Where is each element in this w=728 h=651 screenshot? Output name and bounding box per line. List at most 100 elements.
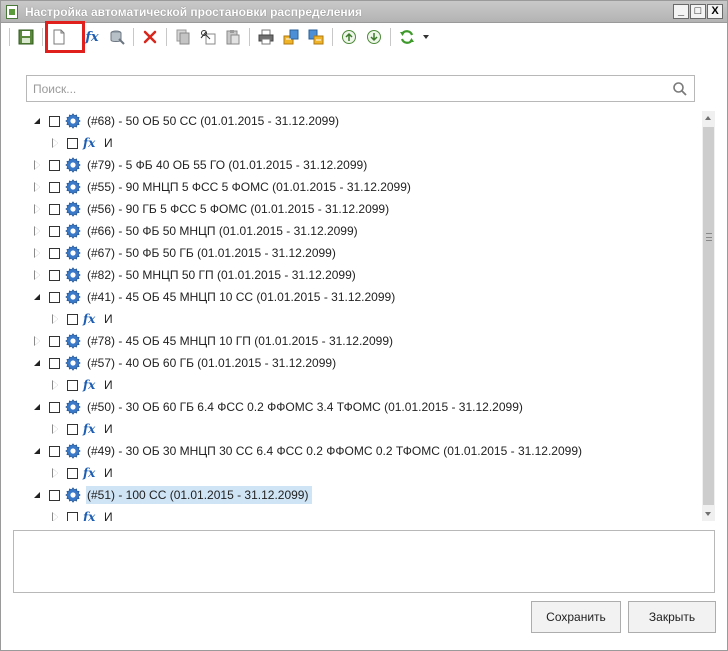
formula-button[interactable]: fx bbox=[81, 26, 103, 48]
expand-arrow-icon[interactable] bbox=[31, 268, 45, 282]
description-field[interactable] bbox=[13, 530, 715, 593]
node-checkbox[interactable] bbox=[49, 445, 60, 457]
node-checkbox[interactable] bbox=[49, 291, 60, 303]
node-checkbox[interactable] bbox=[67, 137, 78, 149]
scroll-down-arrow[interactable] bbox=[702, 507, 715, 521]
tree-node-label: И bbox=[104, 312, 113, 326]
tree-distribution-node[interactable]: (#56) - 90 ГБ 5 ФСС 5 ФОМС (01.01.2015 -… bbox=[31, 199, 393, 219]
minimize-button[interactable]: _ bbox=[673, 4, 689, 19]
distribution-tree[interactable]: (#68) - 50 ОБ 50 СС (01.01.2015 - 31.12.… bbox=[27, 111, 701, 521]
import-button[interactable] bbox=[305, 26, 327, 48]
tree-distribution-node[interactable]: (#50) - 30 ОБ 60 ГБ 6.4 ФСС 0.2 ФФОМС 3.… bbox=[31, 397, 527, 417]
tree-distribution-node[interactable]: (#55) - 90 МНЦП 5 ФСС 5 ФОМС (01.01.2015… bbox=[31, 177, 415, 197]
tree-distribution-node[interactable]: (#51) - 100 СС (01.01.2015 - 31.12.2099) bbox=[31, 485, 313, 505]
formula-icon: fx bbox=[85, 29, 99, 45]
move-down-button[interactable] bbox=[363, 26, 385, 48]
expand-arrow-icon[interactable] bbox=[31, 246, 45, 260]
tree-node-label: (#57) - 40 ОБ 60 ГБ (01.01.2015 - 31.12.… bbox=[87, 356, 337, 370]
export-button[interactable] bbox=[280, 26, 302, 48]
expand-arrow-icon[interactable] bbox=[49, 466, 63, 480]
expand-arrow-icon[interactable] bbox=[31, 158, 45, 172]
collapse-arrow-icon[interactable] bbox=[31, 356, 45, 370]
toolbar-separator bbox=[133, 28, 134, 46]
search-input[interactable] bbox=[27, 76, 667, 101]
node-checkbox[interactable] bbox=[49, 115, 60, 127]
new-record-button[interactable] bbox=[48, 26, 70, 48]
title-bar[interactable]: Настройка автоматической простановки рас… bbox=[1, 1, 727, 23]
expand-arrow-icon[interactable] bbox=[31, 180, 45, 194]
expand-arrow-icon[interactable] bbox=[31, 224, 45, 238]
tree-node-label: И bbox=[104, 510, 113, 521]
delete-button[interactable] bbox=[139, 26, 161, 48]
collapse-arrow-icon[interactable] bbox=[31, 114, 45, 128]
move-up-button[interactable] bbox=[338, 26, 360, 48]
expand-arrow-icon[interactable] bbox=[31, 334, 45, 348]
collapse-arrow-icon[interactable] bbox=[31, 444, 45, 458]
tree-formula-node[interactable]: fx И bbox=[49, 133, 117, 153]
maximize-button[interactable]: □ bbox=[690, 4, 706, 19]
node-checkbox[interactable] bbox=[49, 203, 60, 215]
tree-distribution-node[interactable]: (#49) - 30 ОБ 30 МНЦП 30 СС 6.4 ФСС 0.2 … bbox=[31, 441, 586, 461]
gear-icon bbox=[65, 487, 81, 503]
node-checkbox[interactable] bbox=[49, 335, 60, 347]
tree-distribution-node[interactable]: (#78) - 45 ОБ 45 МНЦП 10 ГП (01.01.2015 … bbox=[31, 331, 397, 351]
tree-formula-node[interactable]: fx И bbox=[49, 309, 117, 329]
node-checkbox[interactable] bbox=[49, 225, 60, 237]
refresh-dropdown-button[interactable] bbox=[421, 26, 431, 48]
tree-formula-node[interactable]: fx И bbox=[49, 375, 117, 395]
save-icon bbox=[18, 29, 34, 45]
node-checkbox[interactable] bbox=[49, 159, 60, 171]
tree-distribution-node[interactable]: (#41) - 45 ОБ 45 МНЦП 10 СС (01.01.2015 … bbox=[31, 287, 399, 307]
expand-arrow-icon[interactable] bbox=[49, 136, 63, 150]
copy-button[interactable] bbox=[172, 26, 194, 48]
collapse-arrow-icon[interactable] bbox=[31, 488, 45, 502]
tree-distribution-node[interactable]: (#79) - 5 ФБ 40 ОБ 55 ГО (01.01.2015 - 3… bbox=[31, 155, 371, 175]
tree-distribution-node[interactable]: (#67) - 50 ФБ 50 ГБ (01.01.2015 - 31.12.… bbox=[31, 243, 340, 263]
collapse-arrow-icon[interactable] bbox=[31, 290, 45, 304]
expand-arrow-icon[interactable] bbox=[49, 510, 63, 521]
tree-formula-node[interactable]: fx И bbox=[49, 463, 117, 483]
scroll-up-arrow[interactable] bbox=[702, 111, 715, 125]
collapse-arrow-icon[interactable] bbox=[31, 400, 45, 414]
toolbar-separator bbox=[9, 28, 10, 46]
window-title: Настройка автоматической простановки рас… bbox=[25, 5, 363, 19]
close-window-button[interactable]: X bbox=[707, 4, 723, 19]
database-button[interactable] bbox=[106, 26, 128, 48]
cut-button[interactable] bbox=[197, 26, 219, 48]
tree-distribution-node[interactable]: (#57) - 40 ОБ 60 ГБ (01.01.2015 - 31.12.… bbox=[31, 353, 340, 373]
node-checkbox[interactable] bbox=[67, 423, 78, 435]
node-checkbox[interactable] bbox=[49, 181, 60, 193]
tree-formula-node[interactable]: fx И bbox=[49, 419, 117, 439]
node-checkbox[interactable] bbox=[67, 313, 78, 325]
scroll-thumb[interactable] bbox=[703, 127, 714, 505]
tree-scrollbar[interactable] bbox=[702, 111, 715, 521]
search-icon[interactable] bbox=[672, 81, 688, 97]
move-down-icon bbox=[367, 30, 381, 44]
expand-arrow-icon[interactable] bbox=[31, 202, 45, 216]
print-button[interactable] bbox=[255, 26, 277, 48]
node-checkbox[interactable] bbox=[67, 467, 78, 479]
tree-distribution-node[interactable]: (#82) - 50 МНЦП 50 ГП (01.01.2015 - 31.1… bbox=[31, 265, 360, 285]
tree-distribution-node[interactable]: (#68) - 50 ОБ 50 СС (01.01.2015 - 31.12.… bbox=[31, 111, 343, 131]
toolbar-separator bbox=[42, 28, 43, 46]
node-checkbox[interactable] bbox=[49, 269, 60, 281]
node-checkbox[interactable] bbox=[67, 511, 78, 521]
tree-formula-node[interactable]: fx И bbox=[49, 507, 117, 521]
node-checkbox[interactable] bbox=[49, 357, 60, 369]
save-toolbar-button[interactable] bbox=[15, 26, 37, 48]
node-checkbox[interactable] bbox=[49, 489, 60, 501]
expand-arrow-icon[interactable] bbox=[49, 422, 63, 436]
tree-distribution-node[interactable]: (#66) - 50 ФБ 50 МНЦП (01.01.2015 - 31.1… bbox=[31, 221, 362, 241]
formula-icon: fx bbox=[83, 378, 96, 392]
paste-button[interactable] bbox=[222, 26, 244, 48]
close-button[interactable]: Закрыть bbox=[628, 601, 716, 633]
gear-icon bbox=[65, 157, 81, 173]
node-checkbox[interactable] bbox=[49, 247, 60, 259]
expand-arrow-icon[interactable] bbox=[49, 378, 63, 392]
refresh-button[interactable] bbox=[396, 26, 418, 48]
expand-arrow-icon[interactable] bbox=[49, 312, 63, 326]
node-checkbox[interactable] bbox=[49, 401, 60, 413]
node-checkbox[interactable] bbox=[67, 379, 78, 391]
save-button[interactable]: Сохранить bbox=[531, 601, 621, 633]
formula-icon: fx bbox=[83, 312, 96, 326]
